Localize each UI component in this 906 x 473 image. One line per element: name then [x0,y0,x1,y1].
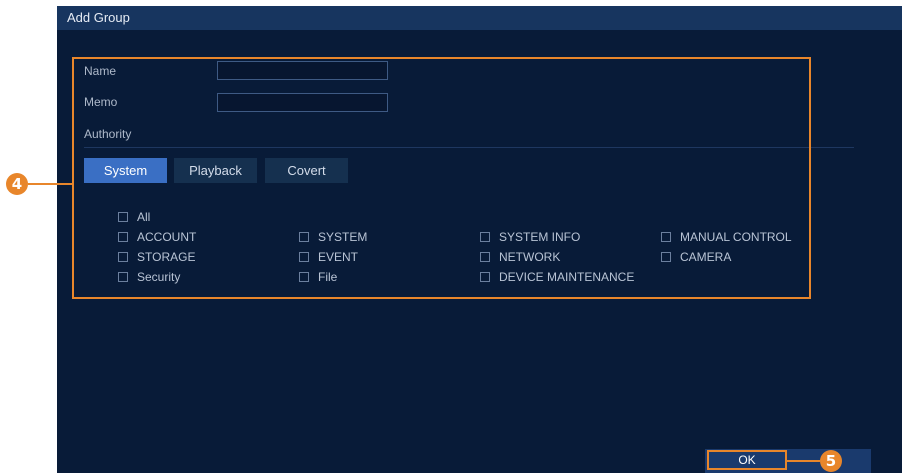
step-5-callout: 5 [820,450,842,472]
ok-button[interactable]: OK [707,450,787,470]
step-4-leader [28,183,72,185]
dialog-title: Add Group [57,6,902,30]
step-4-callout: 4 [6,173,28,195]
highlight-frame [72,57,811,299]
step-5-leader [787,460,820,462]
